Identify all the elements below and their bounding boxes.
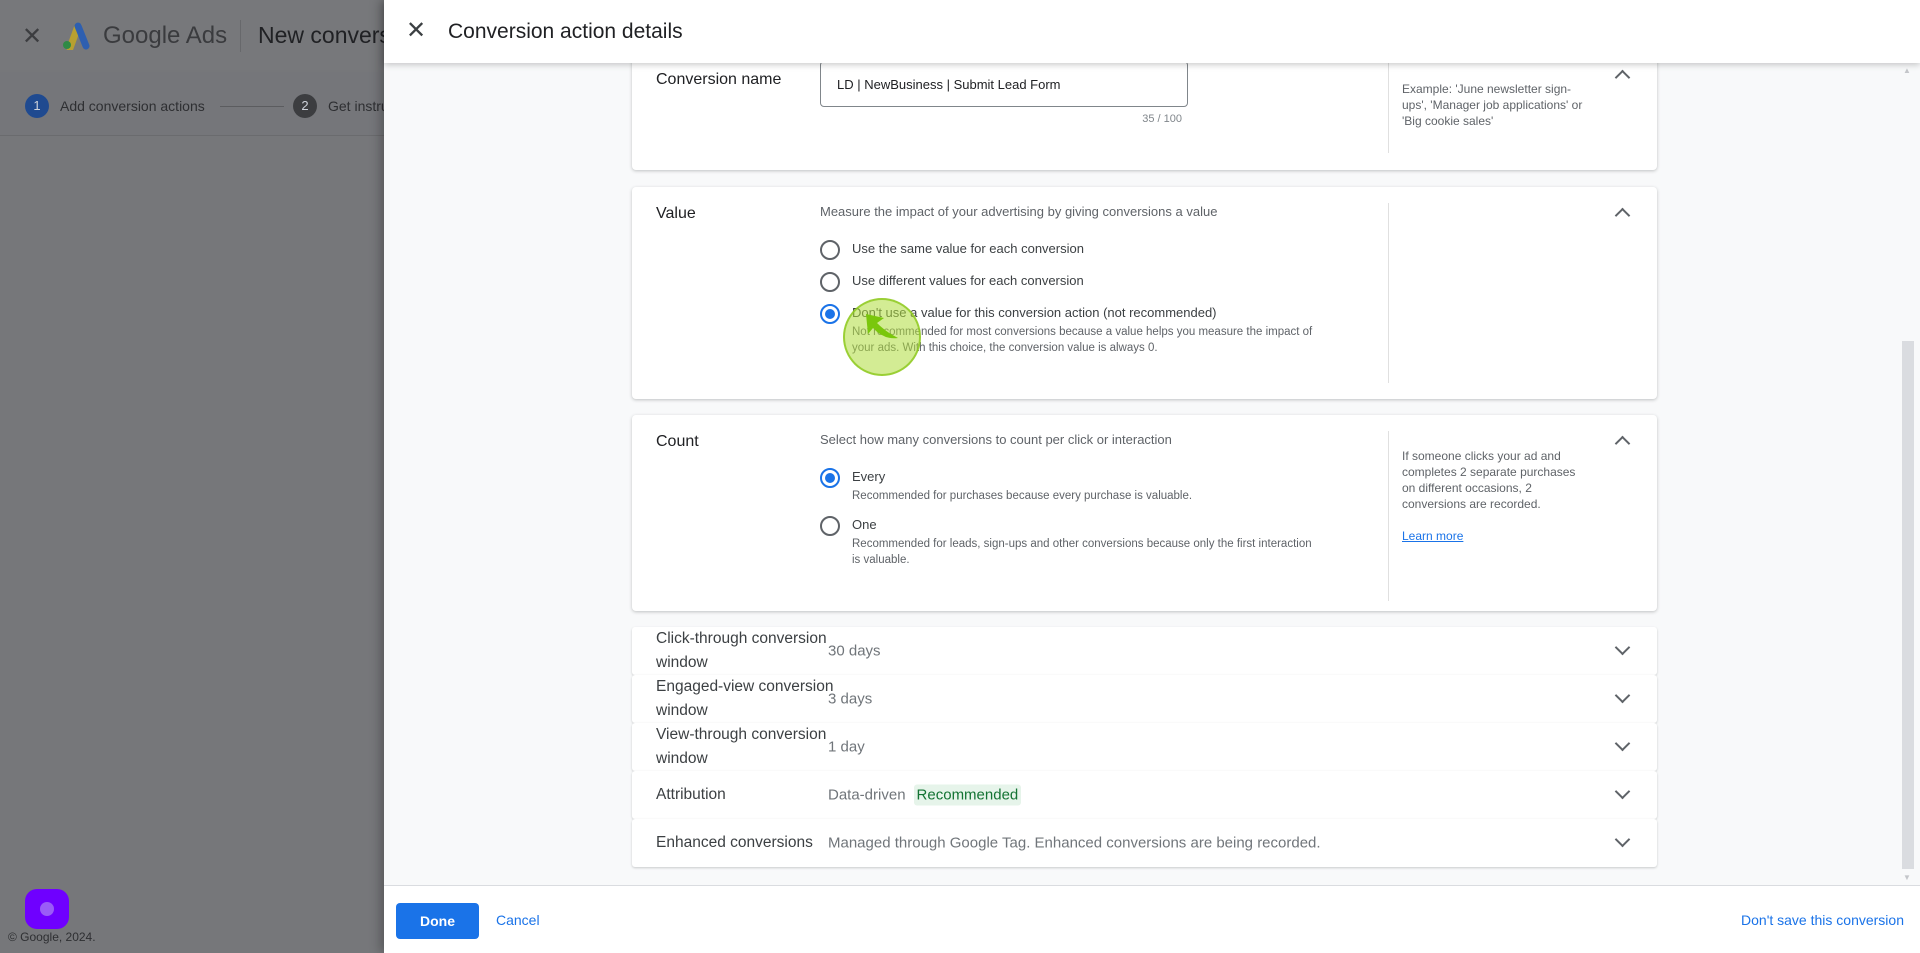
collapse-chevron-icon[interactable] <box>1612 65 1632 85</box>
scroll-down-icon[interactable]: ▼ <box>1903 873 1911 882</box>
widget-dot-icon <box>40 902 54 916</box>
panel-title: Conversion action details <box>448 20 683 43</box>
step-2-number: 2 <box>293 94 317 118</box>
step-1-number: 1 <box>25 94 49 118</box>
count-option-every[interactable]: Every Recommended for purchases because … <box>820 468 1312 504</box>
option-sub: Recommended for purchases because every … <box>852 490 1193 502</box>
panel-header: ✕ Conversion action details <box>384 0 1920 63</box>
option-label: Every <box>852 469 886 484</box>
conversion-name-card: Conversion name 35 / 100 Example: 'June … <box>632 63 1657 170</box>
row-label: Click-through conversion window <box>656 630 827 671</box>
close-panel-icon[interactable]: ✕ <box>406 17 426 45</box>
radio-checked[interactable] <box>820 304 840 324</box>
expand-chevron-icon[interactable] <box>1612 785 1632 805</box>
collapse-chevron-icon[interactable] <box>1612 431 1632 451</box>
attribution-row[interactable]: Attribution Data-driven Recommended <box>632 771 1657 819</box>
conversion-name-help: Example: 'June newsletter sign-ups', 'Ma… <box>1402 82 1583 128</box>
close-icon[interactable]: ✕ <box>22 22 42 51</box>
google-ads-logo-icon <box>63 22 90 50</box>
option-label: One <box>852 517 877 532</box>
panel-footer: Done Cancel Don't save this conversion <box>384 885 1920 953</box>
row-value: 1 day <box>828 738 865 756</box>
dont-save-button[interactable]: Don't save this conversion <box>1741 912 1904 928</box>
count-help: If someone clicks your ad and completes … <box>1402 449 1576 543</box>
cancel-button[interactable]: Cancel <box>496 912 540 928</box>
header-divider <box>240 20 241 52</box>
expand-chevron-icon[interactable] <box>1612 641 1632 661</box>
row-label: View-through conversion window <box>656 726 827 767</box>
radio-unchecked[interactable] <box>820 272 840 292</box>
char-count: 35 / 100 <box>1142 113 1182 125</box>
copyright: © Google, 2024. <box>8 930 96 944</box>
expand-chevron-icon[interactable] <box>1612 689 1632 709</box>
scroll-up-icon[interactable]: ▲ <box>1903 66 1911 75</box>
step-1-label: Add conversion actions <box>60 98 205 114</box>
radio-unchecked[interactable] <box>820 516 840 536</box>
value-option-different[interactable]: Use different values for each conversion <box>820 272 1084 292</box>
count-label: Count <box>656 433 699 450</box>
count-card: Count Select how many conversions to cou… <box>632 415 1657 611</box>
click-through-window-row[interactable]: Click-through conversion window 30 days <box>632 627 1657 675</box>
radio-checked[interactable] <box>820 468 840 488</box>
learn-more-link[interactable]: Learn more <box>1402 529 1463 543</box>
scrollbar-thumb[interactable] <box>1902 341 1914 869</box>
row-label: Engaged-view conversion window <box>656 678 834 719</box>
collapse-chevron-icon[interactable] <box>1612 203 1632 223</box>
done-button[interactable]: Done <box>396 903 479 939</box>
help-divider <box>1388 63 1389 153</box>
conversion-details-panel: ✕ Conversion action details Conversion n… <box>384 0 1920 953</box>
value-card: Value Measure the impact of your adverti… <box>632 187 1657 399</box>
row-value: 3 days <box>828 690 873 708</box>
row-label: Attribution <box>656 786 726 803</box>
recommended-badge: Recommended <box>913 784 1022 806</box>
row-value: 30 days <box>828 642 881 660</box>
scrollbar[interactable]: ▲ ▼ <box>1902 66 1914 882</box>
conversion-name-input[interactable] <box>820 63 1188 107</box>
view-through-window-row[interactable]: View-through conversion window 1 day <box>632 723 1657 771</box>
radio-unchecked[interactable] <box>820 240 840 260</box>
value-label: Value <box>656 205 696 222</box>
brand-name: Google Ads <box>103 22 228 49</box>
help-divider <box>1388 431 1389 601</box>
engaged-view-window-row[interactable]: Engaged-view conversion window 3 days <box>632 675 1657 723</box>
enhanced-conversions-row[interactable]: Enhanced conversions Managed through Goo… <box>632 819 1657 867</box>
value-description: Measure the impact of your advertising b… <box>820 204 1218 219</box>
chat-widget-button[interactable] <box>25 889 69 929</box>
option-sub: Recommended for leads, sign-ups and othe… <box>852 538 1312 566</box>
option-label: Don't use a value for this conversion ac… <box>852 305 1217 320</box>
expand-chevron-icon[interactable] <box>1612 737 1632 757</box>
row-value: Data-driven Recommended <box>828 784 1022 806</box>
value-option-same[interactable]: Use the same value for each conversion <box>820 240 1084 260</box>
help-divider <box>1388 203 1389 383</box>
option-sub: Not recommended for most conversions bec… <box>852 326 1313 354</box>
step-connector <box>220 106 284 107</box>
row-value: Managed through Google Tag. Enhanced con… <box>828 834 1321 852</box>
value-option-none[interactable]: Don't use a value for this conversion ac… <box>820 304 1322 356</box>
conversion-name-label: Conversion name <box>656 71 782 88</box>
expand-chevron-icon[interactable] <box>1612 833 1632 853</box>
panel-content: Conversion name 35 / 100 Example: 'June … <box>384 63 1920 885</box>
count-description: Select how many conversions to count per… <box>820 432 1172 447</box>
count-option-one[interactable]: One Recommended for leads, sign-ups and … <box>820 516 1312 568</box>
